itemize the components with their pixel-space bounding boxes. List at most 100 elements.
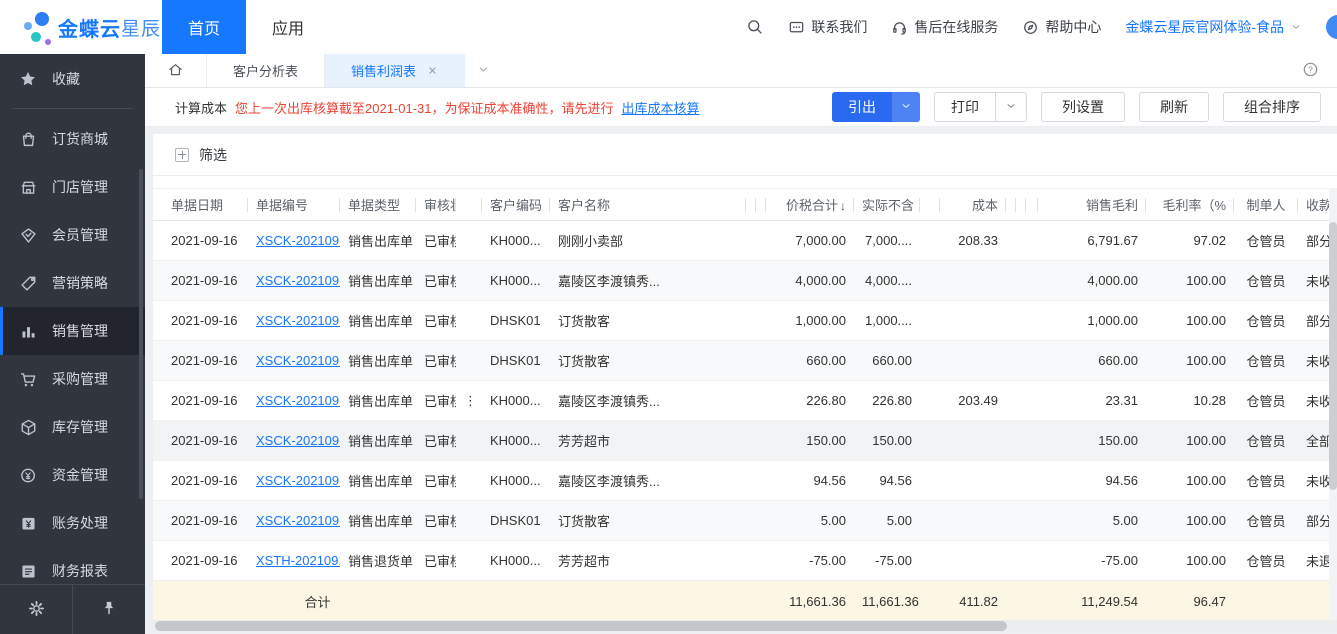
document-number-link[interactable]: XSCK-20210916 [256,393,340,408]
global-search-button[interactable] [746,18,764,36]
sidebar-item-cart[interactable]: 采购管理 [0,355,145,403]
sidebar-item-member[interactable]: 会员管理 [0,211,145,259]
store-icon [18,178,38,197]
after-sales-service-button[interactable]: 售后在线服务 [891,17,998,37]
chat-icon [788,19,805,36]
cell-type: 销售出库单 [340,221,416,261]
cell-name: 嘉陵区李渡镇秀... [550,461,746,501]
export-button[interactable]: 引出 [832,92,892,122]
cost-accounting-link[interactable]: 出库成本核算 [622,98,700,117]
cell-name: 订货散客 [550,341,746,381]
sidebar-footer [0,584,145,634]
cell-creator: 仓管员 [1234,341,1298,381]
column-header-cost[interactable]: 成本 [940,189,1006,221]
sidebar-item-box[interactable]: 库存管理 [0,403,145,451]
sidebar-scrollbar[interactable] [139,169,143,499]
document-number-link[interactable]: XSCK-20210916 [256,353,340,368]
column-header-creator[interactable]: 制单人 [1234,189,1298,221]
sidebar-item-store[interactable]: 门店管理 [0,163,145,211]
nav-tab-home[interactable]: 首页 [162,0,246,54]
document-number-link[interactable]: XSCK-20210916 [256,513,340,528]
horizontal-scrollbar-thumb[interactable] [155,621,1007,631]
document-number-link[interactable]: XSCK-20210916 [256,473,340,488]
user-avatar[interactable] [1326,15,1337,39]
sidebar-item-bag[interactable]: 订货商城 [0,115,145,163]
vertical-scrollbar-thumb[interactable] [1329,222,1337,490]
tab-sales-profit-report[interactable]: 销售利润表 [325,54,465,87]
column-header-sp1[interactable] [746,189,756,221]
cell-no: XSCK-20210916 [248,421,340,461]
close-tab-icon[interactable] [426,64,439,77]
document-number-link[interactable]: XSCK-20210916 [256,433,340,448]
column-header-tax[interactable]: 价税合计↓ [766,189,854,221]
column-header-excl[interactable]: 实际不含 [854,189,920,221]
home-tab-button[interactable] [145,54,207,87]
cell-receipt: 未收 [1298,461,1329,501]
table-row: 2021-09-16XSTH-20210916销售退货单已审核KH000...芳… [153,541,1329,581]
sidebar-item-chart[interactable]: 销售管理 [0,307,145,355]
column-header-sp4[interactable] [1006,189,1016,221]
sidebar-item-tag[interactable]: 营销策略 [0,259,145,307]
pin-sidebar-button[interactable] [73,585,145,634]
sidebar-item-label: 资金管理 [52,465,108,485]
cell-receipt: 全部 [1298,421,1329,461]
column-header-sp5[interactable] [1016,189,1026,221]
sidebar-item-coin[interactable]: 资金管理 [0,451,145,499]
app-logo[interactable]: 金蝶云 星辰 [0,0,150,54]
ledger-icon [18,514,38,533]
print-dropdown-button[interactable] [996,100,1026,115]
page-help-button[interactable]: ? [1302,54,1337,87]
document-number-link[interactable]: XSCK-20210916 [256,313,340,328]
cell-margin: 97.02 [1146,221,1234,261]
cell-receipt: 未退 [1298,541,1329,581]
cell-date: 2021-09-16 [153,501,248,541]
column-header-dots[interactable] [456,189,482,221]
tab-list-dropdown[interactable] [465,54,501,87]
cell-status: 已审核 [416,421,456,461]
cell-sp1 [746,341,756,381]
print-button[interactable]: 打印 [935,97,995,117]
refresh-button[interactable]: 刷新 [1139,92,1209,122]
cell-sp4 [1006,381,1016,421]
column-header-date[interactable]: 单据日期 [153,189,248,221]
sidebar-item-favorites[interactable]: 收藏 [0,54,145,104]
tag-icon [18,274,38,293]
column-header-type[interactable]: 单据类型 [340,189,416,221]
sidebar-item-report[interactable]: 财务报表 [0,547,145,584]
column-header-sp6[interactable] [1026,189,1038,221]
column-header-sp3[interactable] [920,189,940,221]
nav-tab-apps[interactable]: 应用 [246,0,330,54]
cell-sp2 [756,421,766,461]
cell-margin: 100.00 [1146,261,1234,301]
document-number-link[interactable]: XSTH-20210916 [256,553,340,568]
contact-us-button[interactable]: 联系我们 [788,17,867,37]
column-header-name[interactable]: 客户名称 [550,189,746,221]
column-header-no[interactable]: 单据编号 [248,189,340,221]
document-number-link[interactable]: XSCK-20210916 [256,233,340,248]
column-header-sp2[interactable] [756,189,766,221]
cell-sp5 [1016,541,1026,581]
cell-sp6 [1026,461,1038,501]
cell-creator: 仓管员 [1234,261,1298,301]
column-header-status[interactable]: 审核状态 [416,189,456,221]
tab-customer-analysis[interactable]: 客户分析表 [207,54,325,87]
account-switcher[interactable]: 金蝶云星辰官网体验-食品 [1125,17,1302,37]
column-header-profit[interactable]: 销售毛利 [1038,189,1146,221]
document-number-link[interactable]: XSCK-20210916 [256,273,340,288]
cell-dots [456,541,482,581]
filter-expander[interactable]: 筛选 [153,134,1337,176]
cell-sp4 [1006,221,1016,261]
help-center-button[interactable]: 帮助中心 [1022,17,1101,37]
cell-excl: 5.00 [854,501,920,541]
cell-excl: 150.00 [854,421,920,461]
column-header-receipt[interactable]: 收款状态 [1298,189,1329,221]
combo-sort-button[interactable]: 组合排序 [1223,92,1321,122]
column-header-code[interactable]: 客户编码 [482,189,550,221]
sidebar-item-ledger[interactable]: 账务处理 [0,499,145,547]
export-dropdown-button[interactable] [892,92,920,122]
sidebar-favorites-label: 收藏 [52,69,80,89]
svg-text:?: ? [1308,64,1313,74]
settings-button[interactable] [0,585,73,634]
column-settings-button[interactable]: 列设置 [1041,92,1125,122]
column-header-margin[interactable]: 毛利率（% [1146,189,1234,221]
